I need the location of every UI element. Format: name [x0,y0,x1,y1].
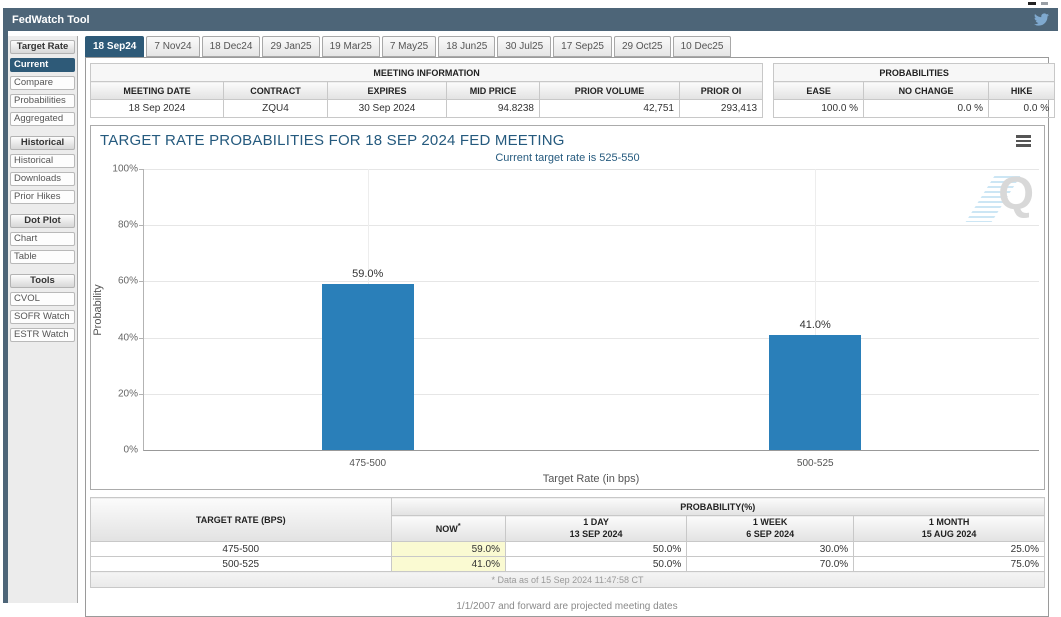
xcat-475-500: 475-500 [349,458,386,469]
sidebar-item-prior-hikes[interactable]: Prior Hikes [10,190,75,204]
sidebar-item-probabilities[interactable]: Probabilities [10,94,75,108]
tab-29-jan25[interactable]: 29 Jan25 [262,36,319,57]
meeting-date-value: 18 Sep 2024 [91,100,224,118]
probability-summary-table: TARGET RATE (BPS) PROBABILITY(%) NOW* 1 … [90,497,1045,588]
bar-value-label: 41.0% [769,319,861,331]
col-1-month: 1 MONTH15 AUG 2024 [854,516,1045,542]
week-cell: 30.0% [687,542,854,557]
probabilities-title: PROBABILITIES [774,64,1055,82]
col-target-rate-bps: TARGET RATE (BPS) [91,498,392,542]
day-cell: 50.0% [505,542,686,557]
col-hike: HIKE [989,82,1055,100]
tab-18-jun25[interactable]: 18 Jun25 [438,36,495,57]
bar-500-525: 41.0% [769,335,861,450]
chart-menu-icon[interactable] [1016,135,1031,149]
ytick-80: 80% [100,220,138,231]
app-title: FedWatch Tool [12,14,90,26]
table-row: 500-525 41.0% 50.0% 70.0% 75.0% [91,557,1045,572]
sidebar-section-tools: Tools [10,274,75,288]
chart-title: TARGET RATE PROBABILITIES FOR 18 SEP 202… [100,132,565,149]
data-as-of-note: * Data as of 15 Sep 2024 11:47:58 CT [91,572,1045,588]
sidebar-item-sofr-watch[interactable]: SOFR Watch [10,310,75,324]
ytick-20: 20% [100,388,138,399]
top-edge [0,0,1061,8]
bar-value-label: 59.0% [322,268,414,280]
hike-value: 0.0 % [989,100,1055,118]
sidebar: Target Rate Current Compare Probabilitie… [8,36,78,603]
tab-10-dec25[interactable]: 10 Dec25 [673,36,732,57]
meeting-info-title: MEETING INFORMATION [91,64,763,82]
tab-30-jul25[interactable]: 30 Jul25 [497,36,551,57]
target-rate-cell: 475-500 [91,542,392,557]
sidebar-section-target-rate: Target Rate [10,40,75,54]
col-now: NOW* [391,516,505,542]
sidebar-section-dot-plot: Dot Plot [10,214,75,228]
no-change-value: 0.0 % [864,100,989,118]
col-prior-oi: PRIOR OI [680,82,763,100]
tab-7-may25[interactable]: 7 May25 [382,36,436,57]
top-edge-artifact [1028,2,1036,5]
meeting-date-tabs: 18 Sep24 7 Nov24 18 Dec24 29 Jan25 19 Ma… [85,36,1049,57]
week-cell: 70.0% [687,557,854,572]
target-rate-chart: TARGET RATE PROBABILITIES FOR 18 SEP 202… [90,125,1045,490]
xcat-500-525: 500-525 [797,458,834,469]
plot-area: 100% 80% 60% 40% 20% 0% Probability 59.0… [143,169,1039,451]
tab-29-oct25[interactable]: 29 Oct25 [614,36,671,57]
col-ease: EASE [774,82,864,100]
titlebar: FedWatch Tool [3,8,1058,31]
sidebar-item-current[interactable]: Current [10,58,75,72]
now-cell: 41.0% [391,557,505,572]
sidebar-item-estr-watch[interactable]: ESTR Watch [10,328,75,342]
sidebar-item-chart[interactable]: Chart [10,232,75,246]
col-mid-price: MID PRICE [447,82,540,100]
top-edge-artifact [1041,2,1048,5]
col-1-day: 1 DAY13 SEP 2024 [505,516,686,542]
table-row: 475-500 59.0% 50.0% 30.0% 25.0% [91,542,1045,557]
tab-17-sep25[interactable]: 17 Sep25 [553,36,612,57]
sidebar-item-downloads[interactable]: Downloads [10,172,75,186]
sidebar-section-historical: Historical [10,136,75,150]
ytick-100: 100% [100,164,138,175]
col-probability-group: PROBABILITY(%) [391,498,1045,516]
content-panel: MEETING INFORMATION MEETING DATE CONTRAC… [85,57,1049,617]
col-1-week: 1 WEEK6 SEP 2024 [687,516,854,542]
ytick-40: 40% [100,332,138,343]
y-axis-label: Probability [92,284,104,335]
month-cell: 75.0% [854,557,1045,572]
col-expires: EXPIRES [328,82,447,100]
sidebar-item-cvol[interactable]: CVOL [10,292,75,306]
col-meeting-date: MEETING DATE [91,82,224,100]
tab-7-nov24[interactable]: 7 Nov24 [146,36,199,57]
twitter-icon[interactable] [1034,12,1049,27]
sidebar-item-aggregated[interactable]: Aggregated [10,112,75,126]
tab-18-dec24[interactable]: 18 Dec24 [202,36,261,57]
ease-value: 100.0 % [774,100,864,118]
prior-oi-value: 293,413 [680,100,763,118]
col-no-change: NO CHANGE [864,82,989,100]
tab-18-sep24[interactable]: 18 Sep24 [85,36,144,57]
day-cell: 50.0% [505,557,686,572]
sidebar-item-historical[interactable]: Historical [10,154,75,168]
expires-value: 30 Sep 2024 [328,100,447,118]
main-area: 18 Sep24 7 Nov24 18 Dec24 29 Jan25 19 Ma… [85,36,1049,603]
col-prior-volume: PRIOR VOLUME [540,82,680,100]
sidebar-item-table[interactable]: Table [10,250,75,264]
target-rate-cell: 500-525 [91,557,392,572]
prior-volume-value: 42,751 [540,100,680,118]
month-cell: 25.0% [854,542,1045,557]
ytick-60: 60% [100,276,138,287]
meeting-information-table: MEETING INFORMATION MEETING DATE CONTRAC… [90,63,763,118]
ytick-0: 0% [100,445,138,456]
sidebar-item-compare[interactable]: Compare [10,76,75,90]
mid-price-value: 94.8238 [447,100,540,118]
now-cell: 59.0% [391,542,505,557]
x-axis-label: Target Rate (in bps) [143,473,1039,485]
tab-19-mar25[interactable]: 19 Mar25 [322,36,380,57]
bar-475-500: 59.0% [322,284,414,450]
col-contract: CONTRACT [224,82,328,100]
chart-subtitle: Current target rate is 525-550 [91,152,1044,164]
contract-value: ZQU4 [224,100,328,118]
probabilities-table: PROBABILITIES EASE NO CHANGE HIKE 100.0 … [773,63,1055,118]
